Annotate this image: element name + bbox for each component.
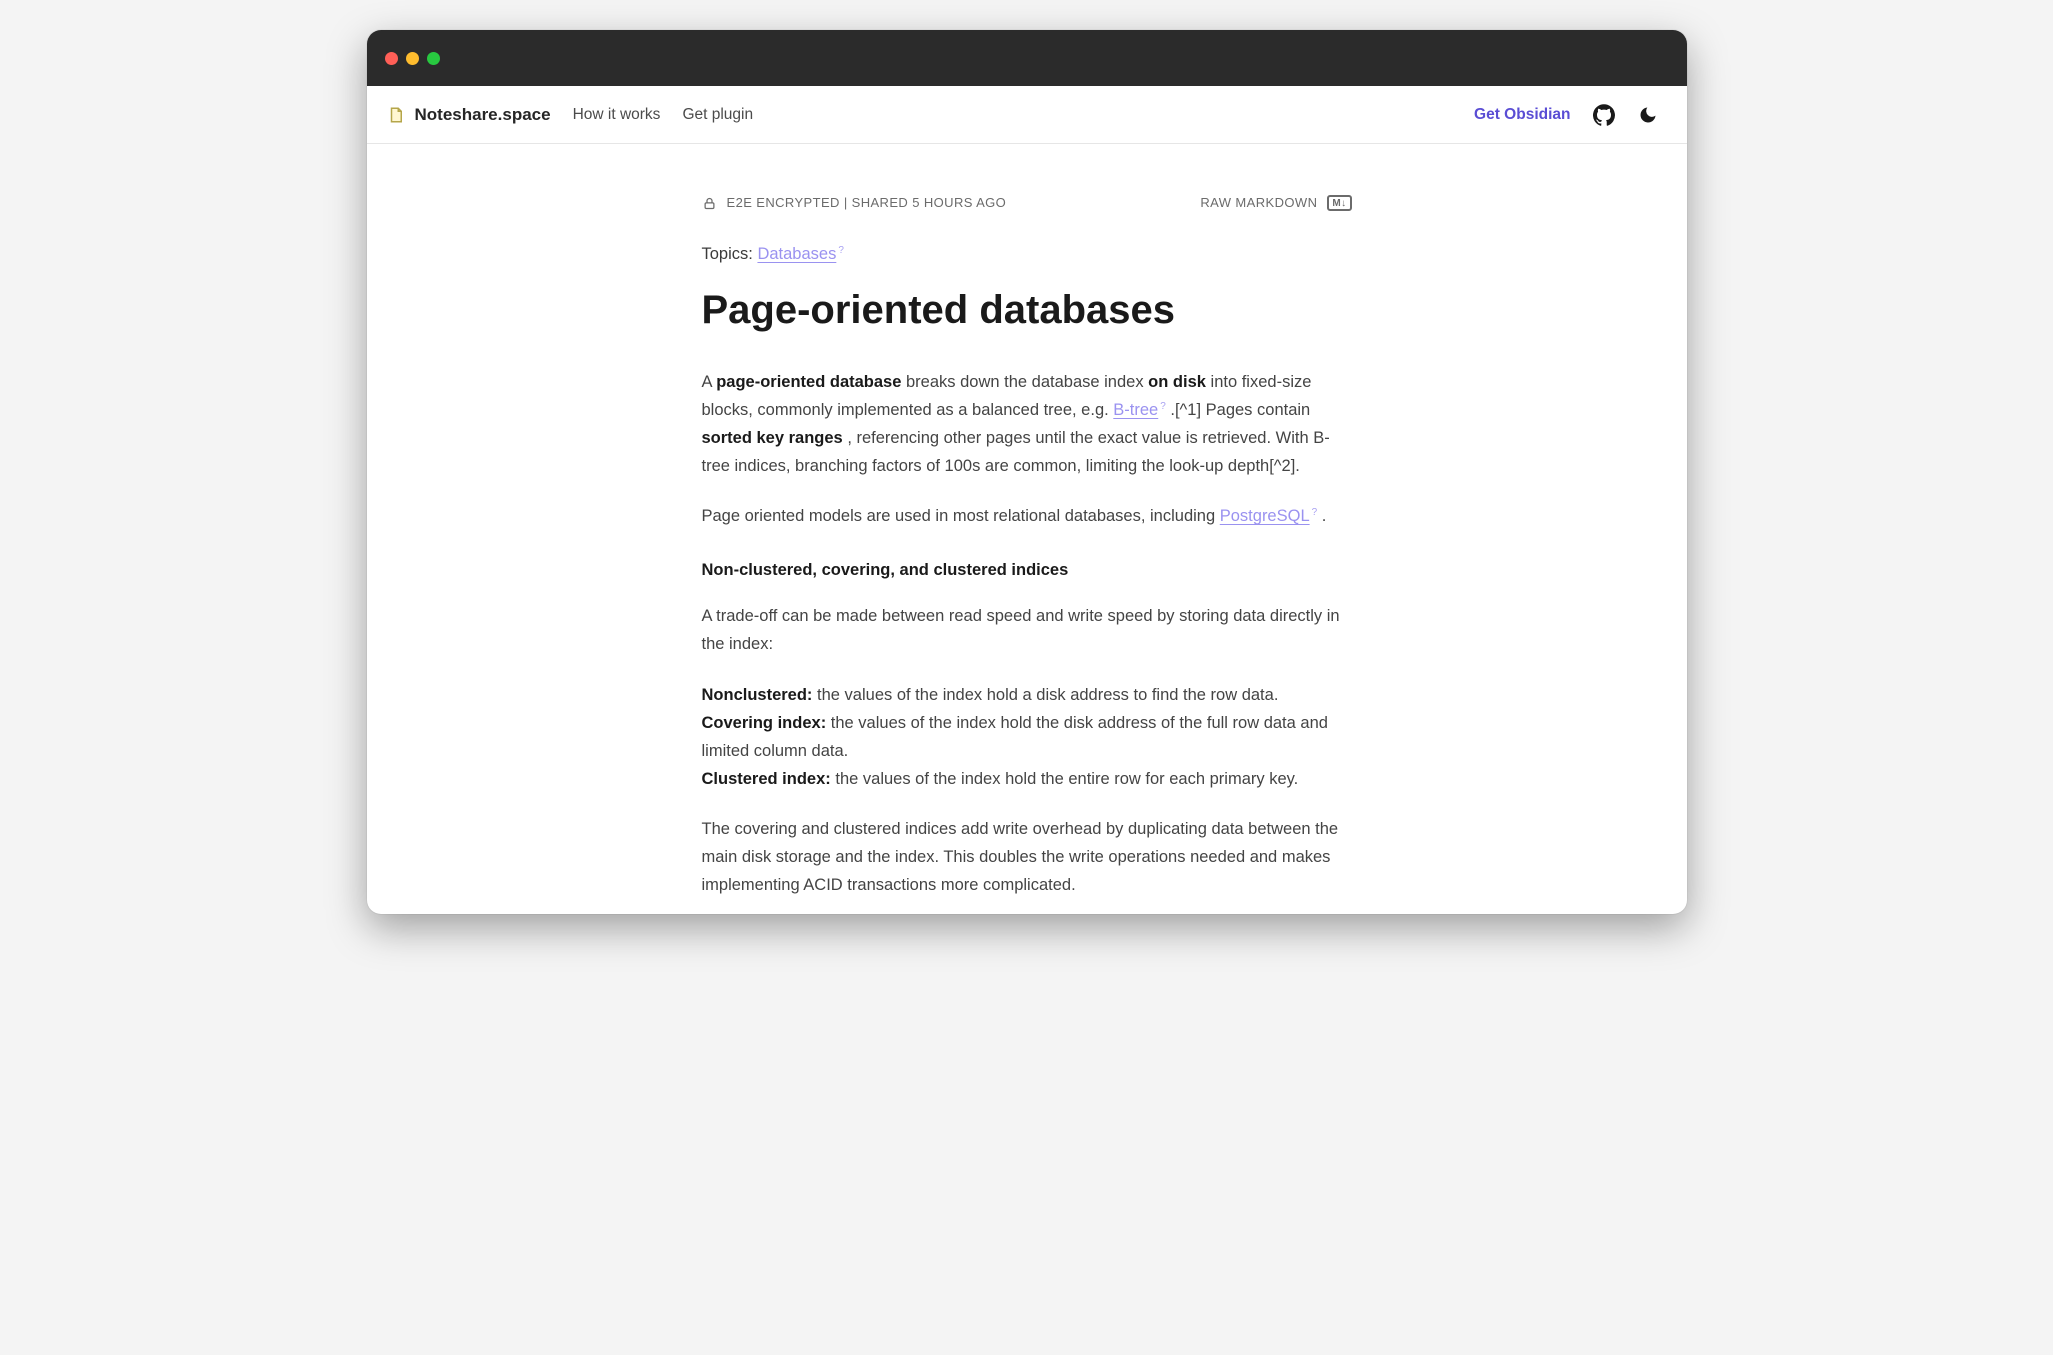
raw-markdown-link[interactable]: RAW MARKDOWN M↓ xyxy=(1200,192,1351,214)
def-text-nonclustered: the values of the index hold a disk addr… xyxy=(817,686,1278,704)
content-scroll[interactable]: E2E ENCRYPTED | SHARED 5 HOURS AGO RAW M… xyxy=(367,144,1687,914)
meta-encrypted-shared: E2E ENCRYPTED | SHARED 5 HOURS AGO xyxy=(727,192,1007,214)
topics-label: Topics: xyxy=(702,245,758,263)
markdown-icon: M↓ xyxy=(1327,195,1351,211)
raw-markdown-label: RAW MARKDOWN xyxy=(1200,192,1317,214)
definitions-block: Nonclustered: the values of the index ho… xyxy=(702,681,1352,793)
meta-left: E2E ENCRYPTED | SHARED 5 HOURS AGO xyxy=(702,192,1007,214)
window-titlebar xyxy=(367,30,1687,86)
bold-text: on disk xyxy=(1148,373,1206,391)
minimize-window-button[interactable] xyxy=(406,52,419,65)
nav-get-plugin[interactable]: Get plugin xyxy=(682,106,753,124)
maximize-window-button[interactable] xyxy=(427,52,440,65)
page-title: Page-oriented databases xyxy=(702,286,1352,334)
dark-mode-icon[interactable] xyxy=(1637,104,1659,126)
def-label-clustered: Clustered index: xyxy=(702,770,831,788)
navbar-left: Noteshare.space How it works Get plugin xyxy=(387,105,754,125)
brand[interactable]: Noteshare.space xyxy=(387,105,551,125)
nav-how-it-works[interactable]: How it works xyxy=(573,106,661,124)
paragraph-1: A page-oriented database breaks down the… xyxy=(702,368,1352,480)
text: .[^1] Pages contain xyxy=(1170,401,1310,419)
topic-link-databases[interactable]: Databases xyxy=(757,245,836,263)
link-postgresql[interactable]: PostgreSQL xyxy=(1220,507,1310,525)
app-window: Noteshare.space How it works Get plugin … xyxy=(367,30,1687,914)
paragraph-4: The covering and clustered indices add w… xyxy=(702,815,1352,899)
close-window-button[interactable] xyxy=(385,52,398,65)
text: . xyxy=(1322,507,1327,525)
def-text-clustered: the values of the index hold the entire … xyxy=(835,770,1298,788)
paragraph-3: A trade-off can be made between read spe… xyxy=(702,602,1352,658)
bold-text: sorted key ranges xyxy=(702,429,843,447)
paragraph-2: Page oriented models are used in most re… xyxy=(702,502,1352,530)
meta-row: E2E ENCRYPTED | SHARED 5 HOURS AGO RAW M… xyxy=(702,192,1352,214)
help-icon: ? xyxy=(1312,507,1318,518)
navbar: Noteshare.space How it works Get plugin … xyxy=(367,86,1687,144)
text: Page oriented models are used in most re… xyxy=(702,507,1220,525)
section-heading: Non-clustered, covering, and clustered i… xyxy=(702,556,1352,584)
navbar-right: Get Obsidian xyxy=(1474,104,1658,126)
help-icon: ? xyxy=(838,245,844,256)
article: E2E ENCRYPTED | SHARED 5 HOURS AGO RAW M… xyxy=(682,144,1372,914)
def-label-covering: Covering index: xyxy=(702,714,827,732)
note-icon xyxy=(387,105,405,125)
def-label-nonclustered: Nonclustered: xyxy=(702,686,813,704)
traffic-lights xyxy=(385,52,440,65)
text: A xyxy=(702,373,717,391)
help-icon: ? xyxy=(1160,401,1166,412)
bold-text: page-oriented database xyxy=(716,373,901,391)
lock-icon xyxy=(702,196,717,211)
text: breaks down the database index xyxy=(906,373,1148,391)
brand-label: Noteshare.space xyxy=(415,105,551,125)
get-obsidian-link[interactable]: Get Obsidian xyxy=(1474,106,1570,124)
link-b-tree[interactable]: B-tree xyxy=(1113,401,1158,419)
topics-line: Topics: Databases? xyxy=(702,240,1352,268)
github-icon[interactable] xyxy=(1593,104,1615,126)
